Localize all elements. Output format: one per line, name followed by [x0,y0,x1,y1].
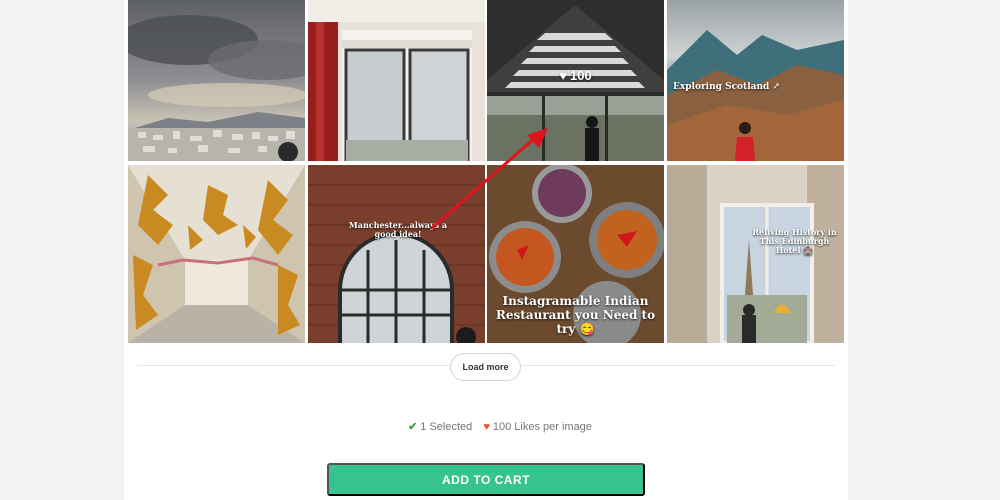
likes-per-image: 100 Likes per image [492,421,592,433]
selected-count: 1 Selected [420,421,473,433]
tile-caption: Exploring Scotland ↗ [673,82,780,92]
tile-caption: Manchester...always a good idea! [348,220,448,240]
tile-caption: Reliving History in This Edinburgh Hotel… [752,227,837,256]
heart-icon: ♥ [559,68,567,83]
gallery-tile-attic-window[interactable]: ♥ 100 [487,0,664,161]
gallery-tile-cloudy-city[interactable] [128,0,305,161]
window-curtains-image [308,0,485,161]
cloudy-city-image [128,0,305,161]
manchester-image [308,165,485,343]
gallery-tile-scotland[interactable]: Exploring Scotland ↗ [667,0,844,161]
tile-caption: Instagramable Indian Restaurant you Need… [495,294,656,336]
checkmark-icon: ✔ [408,421,418,433]
image-grid: ♥ 100 Exploring Scotland ↗ Manchester...… [128,0,845,343]
gallery-tile-edinburgh-hotel[interactable]: Reliving History in This Edinburgh Hotel… [667,165,844,343]
load-more-button[interactable]: Load more [450,353,521,381]
baroque-hall-image [128,165,305,343]
likes-overlay: ♥ 100 [487,68,664,83]
gallery-tile-window-curtains[interactable] [308,0,485,161]
heart-icon: ♥ [483,421,490,433]
add-to-cart-button[interactable]: ADD TO CART [327,463,645,496]
gallery-tile-indian-restaurant[interactable]: Instagramable Indian Restaurant you Need… [487,165,664,343]
likes-count: 100 [570,68,592,83]
gallery-tile-manchester[interactable]: Manchester...always a good idea! [308,165,485,343]
gallery-tile-baroque-hall[interactable] [128,165,305,343]
selection-summary: ✔ 1 Selected ♥ 100 Likes per image [0,420,1000,433]
scotland-image [667,0,844,161]
